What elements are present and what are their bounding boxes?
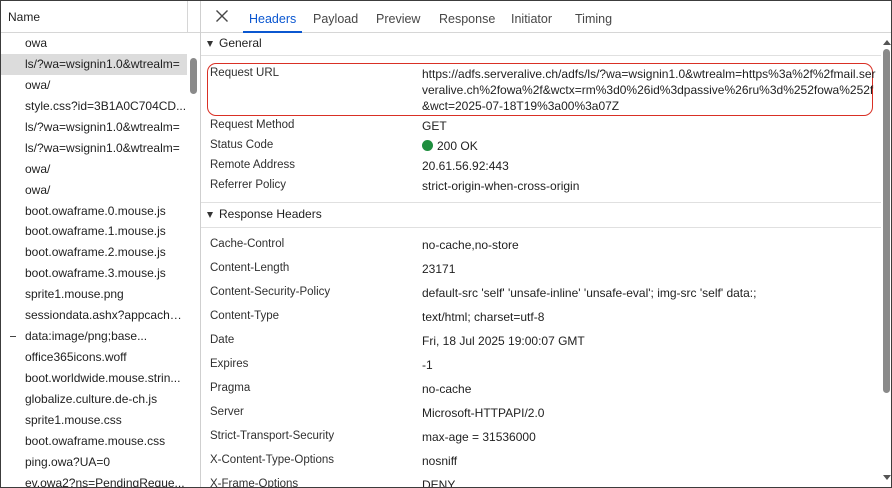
request-row-21[interactable]: ev.owa2?ns=PendingReque... [1, 473, 187, 487]
request-row-2[interactable]: owa/ [1, 75, 187, 96]
triangle-down-icon [207, 212, 213, 218]
request-row-18[interactable]: sprite1.mouse.css [1, 410, 187, 431]
request-row-20[interactable]: ping.owa?UA=0 [1, 452, 187, 473]
header-name-cache-control: Cache-Control [210, 238, 285, 250]
header-value-server: Microsoft-HTTPAPI/2.0 [422, 406, 545, 420]
header-value-hsts: max-age = 31536000 [422, 430, 536, 444]
header-name-content-length: Content-Length [210, 262, 290, 274]
data-uri-dash-icon [10, 336, 16, 338]
header-name-hsts: Strict-Transport-Security [210, 430, 335, 442]
detail-scroll-thumb[interactable] [883, 49, 890, 393]
request-row-14-label: data:image/png;base... [25, 329, 148, 344]
header-name-server: Server [210, 406, 244, 418]
header-value-csp: default-src 'self' 'unsafe-inline' 'unsa… [422, 286, 757, 300]
header-value-pragma: no-cache [422, 382, 472, 396]
response-headers-section-toggle[interactable]: Response Headers [201, 204, 881, 225]
triangle-down-icon [207, 41, 213, 47]
request-list-scrollbar[interactable] [187, 33, 200, 487]
request-row-10[interactable]: boot.owaframe.2.mouse.js [1, 242, 187, 263]
request-method-label: Request Method [210, 119, 295, 131]
header-name-pragma: Pragma [210, 382, 251, 394]
tab-headers[interactable]: Headers [242, 1, 303, 33]
close-icon [216, 10, 228, 22]
detail-scrollbar[interactable] [881, 33, 891, 487]
header-value-date: Fri, 18 Jul 2025 19:00:07 GMT [422, 334, 585, 348]
header-value-x-content-type-options: nosniff [422, 454, 458, 468]
status-ok-icon [422, 140, 433, 151]
tab-response[interactable]: Response [439, 1, 495, 32]
response-headers-section-title: Response Headers [219, 207, 322, 221]
header-name-date: Date [210, 334, 235, 346]
header-value-expires: -1 [422, 358, 433, 372]
request-rows: owa ls/?wa=wsignin1.0&wtrealm= owa/ styl… [1, 33, 187, 487]
referrer-policy-value: strict-origin-when-cross-origin [422, 179, 580, 193]
detail-tab-bar: Headers Payload Preview Response Initiat… [201, 1, 891, 33]
request-row-14[interactable]: data:image/png;base... [1, 326, 187, 347]
request-url-value: https://adfs.serveralive.ch/adfs/ls/?wa=… [422, 67, 876, 114]
request-row-15[interactable]: office365icons.woff [1, 347, 187, 368]
tab-timing[interactable]: Timing [575, 1, 612, 32]
request-row-0[interactable]: owa [1, 33, 187, 54]
section-divider [201, 227, 881, 228]
request-row-13[interactable]: sessiondata.ashx?appcachec... [1, 305, 187, 326]
request-row-6[interactable]: owa/ [1, 159, 187, 180]
header-name-x-frame-options: X-Frame-Options [210, 478, 299, 488]
status-code-label: Status Code [210, 139, 274, 151]
tab-payload[interactable]: Payload [313, 1, 358, 32]
general-section-title: General [219, 36, 262, 50]
general-section-toggle[interactable]: General [201, 33, 881, 54]
header-value-content-length: 23171 [422, 262, 456, 276]
header-value-content-type: text/html; charset=utf-8 [422, 310, 545, 324]
request-list-header: Name [1, 1, 200, 33]
headers-content: General Request URL https://adfs.servera… [201, 33, 881, 488]
request-row-8[interactable]: boot.owaframe.0.mouse.js [1, 201, 187, 222]
request-row-12[interactable]: sprite1.mouse.png [1, 284, 187, 305]
tab-initiator[interactable]: Initiator [511, 1, 552, 32]
referrer-policy-label: Referrer Policy [210, 179, 287, 191]
request-method-value: GET [422, 119, 447, 133]
request-row-11[interactable]: boot.owaframe.3.mouse.js [1, 263, 187, 284]
header-name-x-content-type-options: X-Content-Type-Options [210, 454, 335, 466]
remote-address-label: Remote Address [210, 159, 296, 171]
request-row-5[interactable]: ls/?wa=wsignin1.0&wtrealm= [1, 138, 187, 159]
header-name-content-type: Content-Type [210, 310, 280, 322]
header-name-csp: Content-Security-Policy [210, 286, 331, 298]
request-row-7[interactable]: owa/ [1, 180, 187, 201]
remote-address-value: 20.61.56.92:443 [422, 159, 509, 173]
scroll-down-arrow-icon[interactable] [883, 475, 891, 480]
request-row-19[interactable]: boot.owaframe.mouse.css [1, 431, 187, 452]
close-detail-button[interactable] [213, 7, 231, 25]
request-row-1-selected[interactable]: ls/?wa=wsignin1.0&wtrealm= [1, 53, 187, 75]
section-divider [201, 202, 881, 203]
request-list-scroll-thumb[interactable] [190, 58, 197, 94]
status-code-value: 200 OK [437, 139, 478, 153]
request-list-panel: Name owa ls/?wa=wsignin1.0&wtrealm= owa/… [1, 1, 201, 487]
request-row-16[interactable]: boot.worldwide.mouse.strin... [1, 368, 187, 389]
request-url-label: Request URL [210, 67, 280, 79]
name-column-header[interactable]: Name [8, 10, 40, 24]
request-row-17[interactable]: globalize.culture.de-ch.js [1, 389, 187, 410]
column-separator[interactable] [187, 1, 188, 33]
scroll-up-arrow-icon[interactable] [883, 40, 891, 45]
request-row-4[interactable]: ls/?wa=wsignin1.0&wtrealm= [1, 117, 187, 138]
request-row-3[interactable]: style.css?id=3B1A0C704CD... [1, 96, 187, 117]
tab-preview[interactable]: Preview [376, 1, 420, 32]
header-value-cache-control: no-cache,no-store [422, 238, 519, 252]
devtools-network-window: Name owa ls/?wa=wsignin1.0&wtrealm= owa/… [0, 0, 892, 488]
section-divider [201, 55, 881, 56]
request-row-9[interactable]: boot.owaframe.1.mouse.js [1, 221, 187, 242]
request-detail-panel: Headers Payload Preview Response Initiat… [201, 1, 891, 488]
header-name-expires: Expires [210, 358, 249, 370]
header-value-x-frame-options: DENY [422, 478, 456, 488]
